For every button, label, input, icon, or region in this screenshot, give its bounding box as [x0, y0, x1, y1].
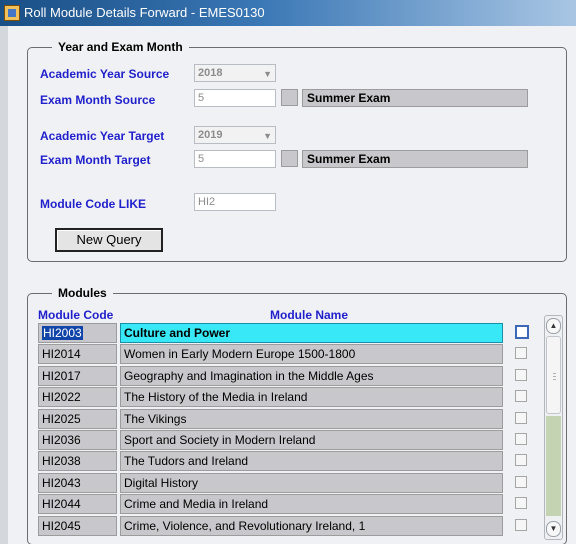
module-code-cell[interactable]: HI2045 [38, 515, 117, 536]
title-bar: Roll Module Details Forward - EMES0130 [0, 0, 576, 26]
row-select-checkbox[interactable] [515, 475, 527, 488]
table-row[interactable]: HI2045 Crime, Violence, and Revolutionary… [38, 515, 534, 537]
row-select-checkbox[interactable] [515, 518, 527, 531]
module-name-cell[interactable]: Geography and Imagination in the Middle … [120, 365, 503, 386]
module-code-cell[interactable]: HI2014 [38, 344, 117, 365]
module-code-cell[interactable]: HI2022 [38, 387, 117, 408]
module-code-cell[interactable]: HI2017 [38, 365, 117, 386]
window-title: Roll Module Details Forward - EMES0130 [24, 5, 265, 20]
row-select-checkbox[interactable] [515, 433, 527, 445]
module-code-cell[interactable]: HI2003 [38, 323, 117, 343]
module-code-text: HI2017 [42, 368, 81, 383]
module-code-like-field[interactable]: HI2 [194, 193, 276, 211]
row-select-checkbox[interactable] [515, 497, 527, 510]
exam-month-source-label: Exam Month Source [40, 93, 156, 107]
new-query-button[interactable]: New Query [55, 228, 163, 252]
module-name-cell[interactable]: The Tudors and Ireland [120, 451, 503, 472]
year-exam-legend: Year and Exam Month [52, 40, 189, 54]
scroll-down-icon[interactable]: ▼ [546, 521, 561, 537]
table-row[interactable]: HI2003 Culture and Power [38, 323, 534, 344]
module-name-cell[interactable]: The Vikings [120, 408, 503, 429]
modules-scrollbar[interactable]: ▲ ▼ [544, 315, 563, 540]
academic-year-source-value: 2018 [198, 67, 223, 79]
table-row[interactable]: HI2014 Women in Early Modern Europe 1500-… [38, 344, 534, 365]
module-code-cell[interactable]: HI2036 [38, 430, 117, 450]
scroll-thumb[interactable] [546, 336, 561, 414]
academic-year-target-value: 2019 [198, 129, 223, 141]
modules-legend: Modules [52, 286, 113, 300]
left-edge [0, 26, 8, 544]
exam-month-source-lookup-button[interactable] [281, 89, 298, 106]
table-row[interactable]: HI2017 Geography and Imagination in the M… [38, 365, 534, 387]
col-header-module-code: Module Code [38, 308, 114, 322]
table-row[interactable]: HI2043 Digital History [38, 472, 534, 494]
module-code-text: HI2036 [42, 433, 81, 447]
row-select-checkbox[interactable] [515, 325, 529, 339]
grip-line [553, 373, 556, 374]
exam-month-target-field[interactable]: 5 [194, 150, 276, 168]
table-row[interactable]: HI2036 Sport and Society in Modern Irelan… [38, 430, 534, 451]
table-row[interactable]: HI2044 Crime and Media in Ireland [38, 494, 534, 515]
academic-year-source-label: Academic Year Source [40, 67, 170, 81]
module-code-text: HI2045 [42, 518, 81, 533]
module-name-cell[interactable]: The History of the Media in Ireland [120, 387, 503, 408]
exam-month-source-field[interactable]: 5 [194, 89, 276, 107]
module-code-cell[interactable]: HI2038 [38, 451, 117, 472]
academic-year-target-select[interactable]: 2019 ▼ [194, 126, 276, 144]
scroll-up-icon[interactable]: ▲ [546, 318, 561, 334]
table-row[interactable]: HI2025 The Vikings [38, 408, 534, 430]
academic-year-source-select[interactable]: 2018 ▼ [194, 64, 276, 82]
module-code-like-label: Module Code LIKE [40, 197, 146, 211]
module-code-cell[interactable]: HI2025 [38, 408, 117, 429]
row-select-checkbox[interactable] [515, 454, 527, 467]
module-code-text: HI2014 [42, 347, 81, 362]
row-select-checkbox[interactable] [515, 390, 527, 403]
module-name-cell[interactable]: Sport and Society in Modern Ireland [120, 430, 503, 450]
row-select-checkbox[interactable] [515, 411, 527, 424]
module-code-text: HI2022 [42, 390, 81, 405]
grip-line [553, 376, 556, 377]
exam-month-target-desc: Summer Exam [302, 150, 528, 168]
module-name-cell[interactable]: Women in Early Modern Europe 1500-1800 [120, 344, 503, 365]
module-name-cell[interactable]: Digital History [120, 472, 503, 493]
scroll-track[interactable] [546, 416, 561, 516]
exam-month-target-label: Exam Month Target [40, 153, 151, 167]
app-icon [4, 5, 20, 21]
row-select-checkbox[interactable] [515, 347, 527, 360]
module-code-text: HI2043 [42, 475, 81, 490]
module-code-text: HI2025 [42, 411, 81, 426]
exam-month-source-desc: Summer Exam [302, 89, 528, 107]
col-header-module-name: Module Name [270, 308, 349, 322]
chevron-down-icon: ▼ [263, 69, 272, 79]
table-row[interactable]: HI2038 The Tudors and Ireland [38, 451, 534, 472]
module-code-text: HI2044 [42, 497, 81, 512]
row-select-checkbox[interactable] [515, 368, 527, 381]
table-row[interactable]: HI2022 The History of the Media in Irelan… [38, 387, 534, 408]
module-code-cell[interactable]: HI2043 [38, 472, 117, 493]
grip-line [553, 379, 556, 380]
exam-month-target-lookup-button[interactable] [281, 150, 298, 167]
module-name-cell[interactable]: Crime, Violence, and Revolutionary Irela… [120, 515, 503, 536]
module-code-text: HI2038 [42, 454, 81, 469]
module-name-cell[interactable]: Crime and Media in Ireland [120, 494, 503, 515]
module-name-cell[interactable]: Culture and Power [120, 323, 503, 343]
chevron-down-icon: ▼ [263, 131, 272, 141]
academic-year-target-label: Academic Year Target [40, 129, 165, 143]
module-code-cell[interactable]: HI2044 [38, 494, 117, 515]
module-code-text: HI2003 [42, 326, 83, 340]
